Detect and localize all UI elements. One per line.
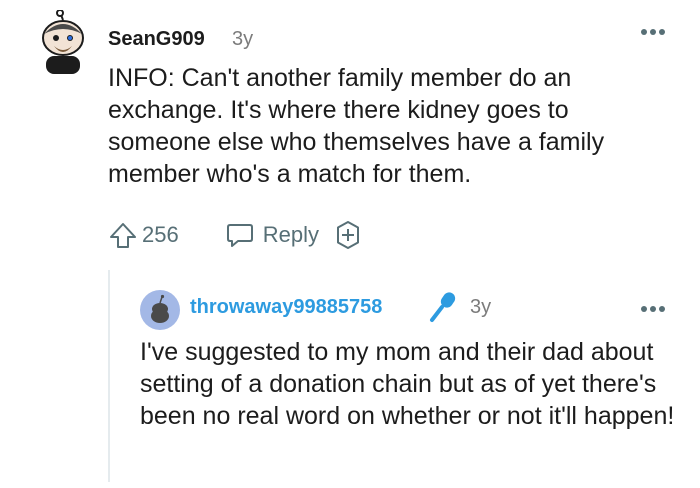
default-avatar-icon bbox=[140, 290, 180, 330]
vote-count: 256 bbox=[142, 222, 179, 247]
user-avatar[interactable] bbox=[30, 9, 96, 74]
more-options-icon bbox=[641, 306, 665, 312]
award-plus-icon bbox=[336, 221, 359, 249]
user-flair bbox=[428, 290, 458, 324]
reply-button[interactable]: Reply bbox=[225, 220, 319, 250]
comment-body: INFO: Can't another family member do an … bbox=[108, 64, 605, 188]
snoo-avatar-icon bbox=[42, 9, 84, 74]
comment-actions: 256 Reply bbox=[108, 218, 363, 252]
microphone-icon bbox=[430, 292, 456, 322]
comment-username[interactable]: SeanG909 bbox=[108, 28, 205, 51]
reply-label: Reply bbox=[262, 222, 319, 247]
more-options-icon bbox=[641, 29, 665, 35]
upvote-button[interactable]: 256 bbox=[108, 220, 179, 250]
reply-speech-bubble-icon bbox=[226, 224, 253, 247]
more-options-button[interactable] bbox=[640, 24, 666, 35]
upvote-arrow-icon bbox=[110, 223, 136, 248]
reply-body: I've suggested to my mom and their dad a… bbox=[140, 338, 675, 430]
reply-timestamp: 3y bbox=[470, 296, 492, 318]
reply-avatar[interactable] bbox=[140, 290, 180, 330]
reply-more-options-button[interactable] bbox=[640, 301, 666, 312]
thread-line[interactable] bbox=[108, 270, 110, 482]
comment-timestamp: 3y bbox=[232, 28, 254, 50]
reply-username[interactable]: throwaway99885758 bbox=[190, 296, 382, 319]
award-button[interactable] bbox=[333, 220, 363, 250]
